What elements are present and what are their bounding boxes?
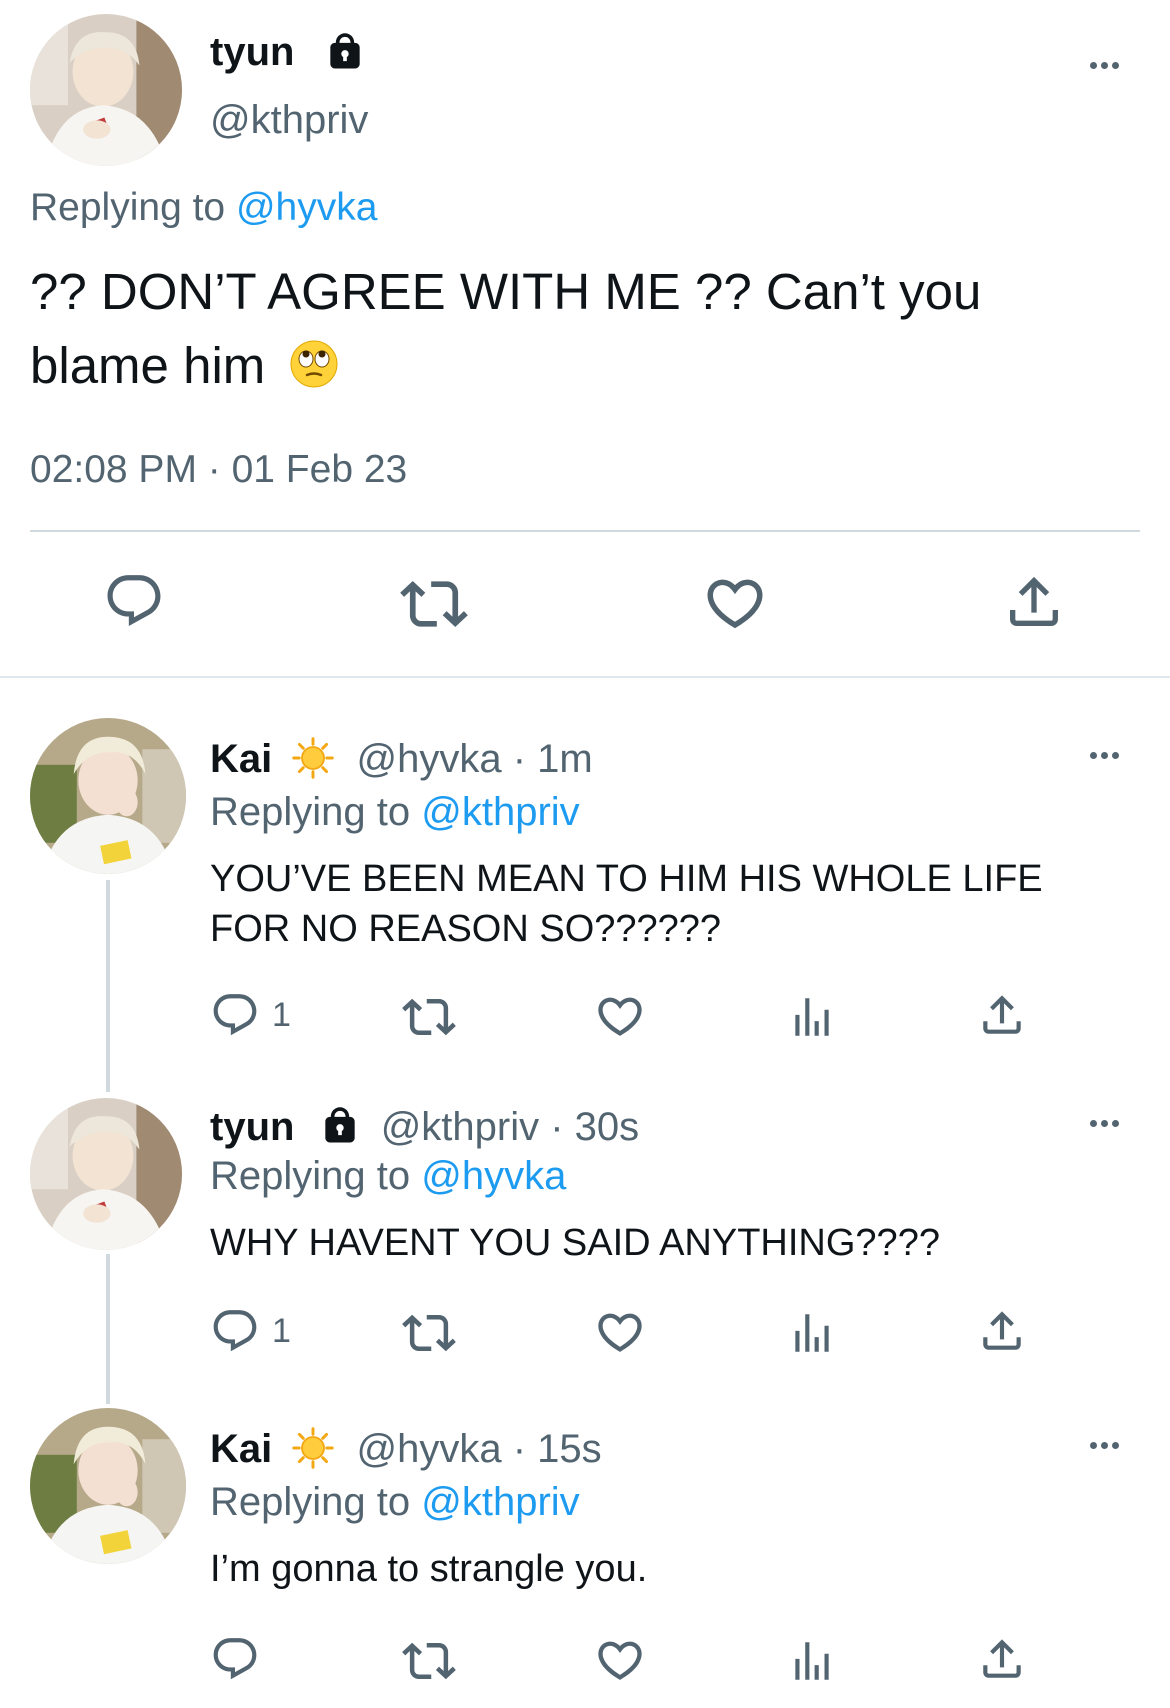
display-name-text[interactable]: tyun	[210, 30, 294, 74]
replying-handle-link[interactable]: @kthpriv	[421, 790, 579, 834]
main-tweet: tyun @kthpriv Replying to @hyvka ?? DON’…	[0, 0, 1170, 676]
avatar-image	[30, 718, 186, 874]
replying-handle-link[interactable]: @hyvka	[236, 186, 377, 229]
share-icon[interactable]	[977, 1634, 1027, 1684]
avatar-image	[30, 1098, 182, 1250]
reply-icon[interactable]	[210, 1634, 260, 1684]
replying-to: Replying to @kthpriv	[210, 1480, 580, 1525]
avatar[interactable]	[30, 1098, 182, 1250]
avatar-image	[30, 1408, 186, 1564]
tweet-text-line-2: blame him	[30, 336, 339, 395]
tweet-text-line-2: FOR NO REASON SO??????	[210, 908, 722, 950]
replying-prefix: Replying to	[30, 186, 236, 229]
reply-icon[interactable]	[103, 570, 165, 632]
analytics-icon[interactable]	[787, 992, 837, 1042]
reply-icon[interactable]	[210, 1306, 260, 1356]
avatar[interactable]	[30, 14, 182, 166]
reply-icon[interactable]	[210, 990, 260, 1040]
display-name[interactable]: Kai	[210, 737, 272, 781]
handle-and-time[interactable]: @hyvka · 1m	[357, 737, 593, 781]
tweet-header: tyun @kthpriv · 30s	[210, 1104, 639, 1150]
replying-to: Replying to @hyvka	[30, 186, 377, 230]
share-icon[interactable]	[977, 1306, 1027, 1356]
action-bar: 1	[0, 990, 1170, 1050]
retweet-icon[interactable]	[400, 570, 468, 638]
action-bar	[0, 1634, 1170, 1694]
replying-handle-link[interactable]: @hyvka	[421, 1154, 566, 1198]
tweet-text-line-2-text: blame him	[30, 337, 266, 394]
tweet-text-line-1: WHY HAVENT YOU SAID ANYTHING????	[210, 1222, 940, 1264]
like-icon[interactable]	[594, 1634, 646, 1686]
avatar-image	[30, 14, 182, 166]
lock-icon	[323, 30, 367, 74]
sun-icon	[291, 1426, 335, 1470]
tweet-text-line-1: I’m gonna to strangle you.	[210, 1548, 648, 1590]
avatar[interactable]	[30, 718, 186, 874]
reply-count: 1	[272, 996, 291, 1034]
tweet-header: Kai @hyvka · 1m	[210, 736, 593, 782]
replying-prefix: Replying to	[210, 1480, 422, 1524]
replying-to: Replying to @kthpriv	[210, 790, 580, 835]
replying-to: Replying to @hyvka	[210, 1154, 566, 1199]
more-icon[interactable]	[1090, 62, 1119, 69]
retweet-icon[interactable]	[402, 990, 456, 1044]
tweet-text-line-1: ?? DON’T AGREE WITH ME ?? Can’t you	[30, 263, 982, 320]
tweet-header: Kai @hyvka · 15s	[210, 1426, 602, 1472]
more-icon[interactable]	[1090, 1120, 1119, 1127]
section-divider	[0, 676, 1170, 678]
more-icon[interactable]	[1090, 752, 1119, 759]
reply-count: 1	[272, 1312, 291, 1350]
reply-tweet[interactable]: Kai @hyvka · 1m Replying to @kthpriv YOU…	[0, 700, 1170, 1080]
retweet-icon[interactable]	[402, 1634, 456, 1688]
timestamp[interactable]: 02:08 PM · 01 Feb 23	[30, 448, 407, 492]
like-icon[interactable]	[594, 990, 646, 1042]
share-icon[interactable]	[977, 990, 1027, 1040]
display-name[interactable]: tyun	[210, 1105, 294, 1149]
eye-roll-emoji	[289, 339, 339, 389]
display-name[interactable]: Kai	[210, 1427, 272, 1471]
action-bar	[0, 570, 1170, 640]
handle[interactable]: @kthpriv	[210, 98, 368, 143]
like-icon[interactable]	[594, 1306, 646, 1358]
replying-handle-link[interactable]: @kthpriv	[421, 1480, 579, 1524]
more-icon[interactable]	[1090, 1442, 1119, 1449]
action-bar: 1	[0, 1306, 1170, 1366]
reply-tweet[interactable]: Kai @hyvka · 15s Replying to @kthpriv I’…	[0, 1400, 1170, 1708]
handle-and-time[interactable]: @hyvka · 15s	[357, 1427, 602, 1471]
handle-and-time[interactable]: @kthpriv · 30s	[381, 1105, 639, 1149]
tweet-text-line-1: YOU’VE BEEN MEAN TO HIM HIS WHOLE LIFE	[210, 858, 1043, 900]
analytics-icon[interactable]	[787, 1308, 837, 1358]
retweet-icon[interactable]	[402, 1306, 456, 1360]
sun-icon	[291, 736, 335, 780]
replying-prefix: Replying to	[210, 1154, 422, 1198]
divider	[30, 530, 1140, 532]
like-icon[interactable]	[702, 570, 768, 636]
replying-prefix: Replying to	[210, 790, 422, 834]
display-name[interactable]: tyun	[210, 30, 294, 75]
analytics-icon[interactable]	[787, 1636, 837, 1686]
share-icon[interactable]	[1002, 570, 1066, 634]
lock-icon	[318, 1104, 362, 1148]
reply-tweet[interactable]: tyun @kthpriv · 30s Replying to @hyvka W…	[0, 1080, 1170, 1410]
avatar[interactable]	[30, 1408, 186, 1564]
